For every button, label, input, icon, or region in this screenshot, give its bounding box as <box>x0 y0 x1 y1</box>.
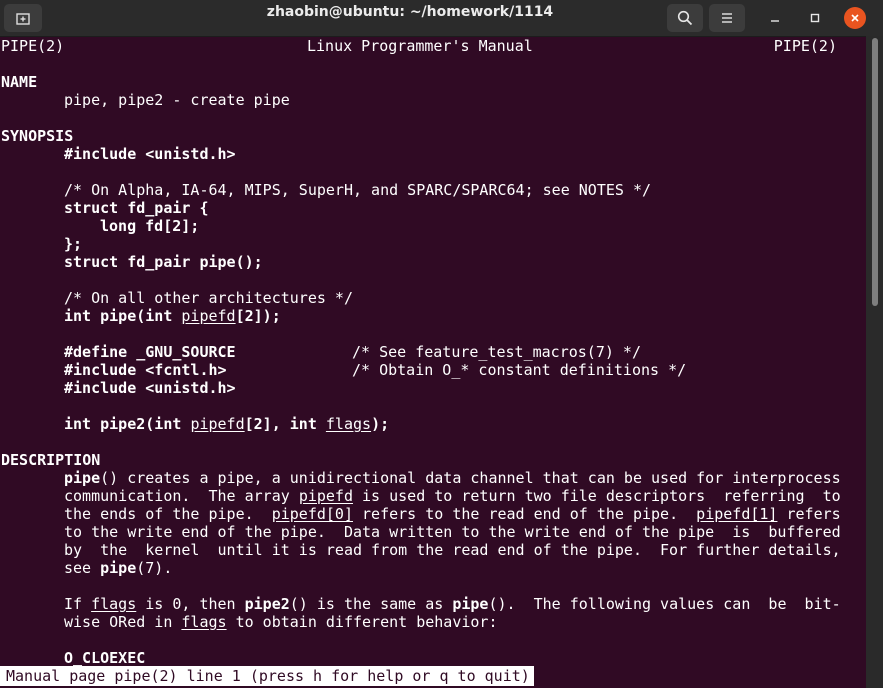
name-heading: NAME <box>1 73 38 91</box>
desc-3-pre: the ends of the pipe. <box>64 505 272 523</box>
flags-2-pre: wise ORed in <box>64 613 182 631</box>
flags-1-b1: pipe2 <box>244 595 290 613</box>
man-header: PIPE(2) Linux Programmer's Manual PIPE(2… <box>1 37 837 55</box>
desc-2-pre: communication. The array <box>64 487 299 505</box>
desc-3-post: refers <box>777 505 841 523</box>
struct-close: }; <box>64 235 83 253</box>
status-line: Manual page pipe(2) line 1 (press h for … <box>0 666 534 686</box>
close-icon <box>851 14 859 22</box>
desc-line-6: see pipe(7). <box>64 559 172 577</box>
minimize-button[interactable] <box>761 4 789 32</box>
desc-3-u2: pipefd[1] <box>696 505 778 523</box>
pipe-decl: int pipe(int pipefd[2]); <box>64 307 281 325</box>
pipe-decl-pre: int pipe(int <box>64 307 182 325</box>
comment-alpha: /* On Alpha, IA-64, MIPS, SuperH, and SP… <box>64 181 651 199</box>
desc-6-bold: pipe <box>100 559 137 577</box>
flags-1-b2: pipe <box>452 595 489 613</box>
new-tab-icon <box>16 13 30 25</box>
description-heading: DESCRIPTION <box>1 451 101 469</box>
new-tab-button[interactable] <box>4 4 42 32</box>
search-icon <box>677 10 693 26</box>
fcntl-comment: /* Obtain O_* constant definitions */ <box>352 361 687 379</box>
define-gnu-line: #define _GNU_SOURCE /* See feature_test_m… <box>64 343 641 361</box>
search-button[interactable] <box>667 4 703 32</box>
pipe2-decl-pre: int pipe2(int <box>64 415 191 433</box>
desc-line-1: pipe() creates a pipe, a unidirectional … <box>64 469 841 487</box>
synopsis-heading: SYNOPSIS <box>1 127 74 145</box>
flags-1-u: flags <box>91 595 137 613</box>
desc-6-pre: see <box>64 559 101 577</box>
close-button-circle[interactable] <box>844 7 866 29</box>
include-fcntl-line: #include <fcntl.h> /* Obtain O_* constant… <box>64 361 686 379</box>
scrollbar[interactable] <box>866 36 883 688</box>
minimize-icon <box>771 20 779 22</box>
flags-2-post: to obtain different behavior: <box>226 613 498 631</box>
pipe2-decl-arg2: flags <box>325 415 372 433</box>
pipe2-decl-post: ); <box>371 415 390 433</box>
desc-2-post: is used to return two file descriptors r… <box>353 487 841 505</box>
desc-3-mid: refers to the read end of the pipe. <box>353 505 697 523</box>
flags-2-u: flags <box>181 613 227 631</box>
pipe-decl-post: [2]); <box>235 307 281 325</box>
scrollbar-thumb[interactable] <box>872 38 878 306</box>
flags-1-post: (). The following values can be bit- <box>488 595 841 613</box>
include-unistd: #include <unistd.h> <box>64 145 236 163</box>
terminal-output[interactable]: PIPE(2) Linux Programmer's Manual PIPE(2… <box>0 36 866 688</box>
window-title: zhaobin@ubuntu: ~/homework/1114 <box>266 4 554 20</box>
desc-6-post: (7). <box>136 559 173 577</box>
comment-other: /* On all other architectures */ <box>64 289 353 307</box>
include-unistd-2: #include <unistd.h> <box>64 379 236 397</box>
desc-1-rest: () creates a pipe, a unidirectional data… <box>100 469 841 487</box>
pipe-decl-arg: pipefd <box>181 307 236 325</box>
pipe2-decl: int pipe2(int pipefd[2], int flags); <box>64 415 389 433</box>
flags-1-mid2: () is the same as <box>289 595 453 613</box>
man-header-right: PIPE(2) <box>773 37 837 55</box>
struct-member: long fd[2]; <box>100 217 200 235</box>
name-text: pipe, pipe2 - create pipe <box>64 91 290 109</box>
pipe2-decl-mid: [2], int <box>244 415 326 433</box>
define-comment: /* See feature_test_macros(7) */ <box>352 343 641 361</box>
close-button[interactable] <box>841 4 869 32</box>
man-header-center: Linux Programmer's Manual <box>307 37 533 55</box>
struct-open: struct fd_pair { <box>64 199 209 217</box>
hamburger-icon <box>722 13 732 23</box>
flags-line-2: wise ORed in flags to obtain different b… <box>64 613 498 631</box>
desc-3-u1: pipefd[0] <box>271 505 353 523</box>
include-fcntl: #include <fcntl.h> <box>64 361 227 379</box>
desc-line-4: to the write end of the pipe. Data writt… <box>64 523 841 541</box>
define-gnu: #define _GNU_SOURCE <box>64 343 236 361</box>
maximize-button[interactable] <box>801 4 829 32</box>
flags-1-mid1: is 0, then <box>136 595 245 613</box>
flags-1-pre: If <box>64 595 92 613</box>
desc-line-2: communication. The array pipefd is used … <box>64 487 841 505</box>
desc-line-5: by the kernel until it is read from the … <box>64 541 841 559</box>
titlebar: zhaobin@ubuntu: ~/homework/1114 <box>0 0 883 37</box>
menu-button[interactable] <box>709 4 745 32</box>
struct-decl: struct fd_pair pipe(); <box>64 253 263 271</box>
pipe2-decl-arg1: pipefd <box>190 415 245 433</box>
desc-line-3: the ends of the pipe. pipefd[0] refers t… <box>64 505 841 523</box>
terminal-window: zhaobin@ubuntu: ~/homework/1114 PIPE(2) … <box>0 0 883 688</box>
desc-1-bold: pipe <box>64 469 101 487</box>
desc-2-u: pipefd <box>298 487 353 505</box>
man-header-left: PIPE(2) <box>1 37 65 55</box>
cloexec-heading: O_CLOEXEC <box>64 649 146 667</box>
maximize-icon <box>810 13 820 23</box>
flags-line-1: If flags is 0, then pipe2() is the same … <box>64 595 841 613</box>
